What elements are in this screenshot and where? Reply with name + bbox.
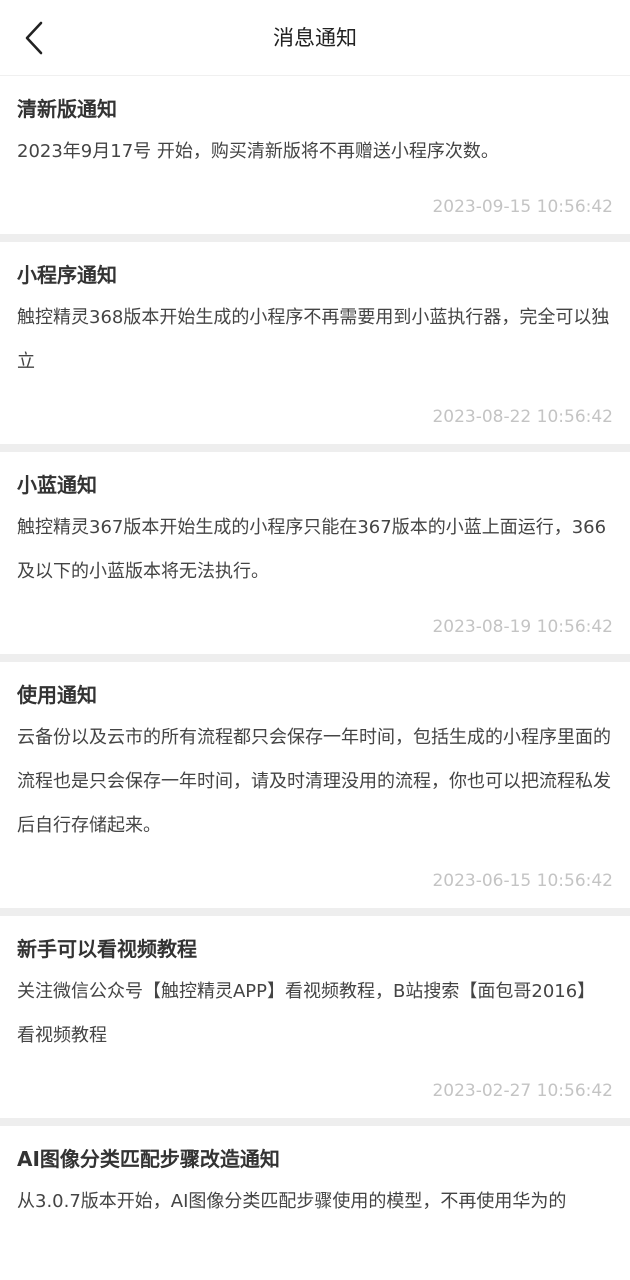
notification-item[interactable]: 新手可以看视频教程 关注微信公众号【触控精灵APP】看视频教程，B站搜索【面包哥… xyxy=(0,916,630,1126)
notification-time: 2023-06-15 10:56:42 xyxy=(432,871,613,891)
notification-title: AI图像分类匹配步骤改造通知 xyxy=(17,1147,280,1171)
notification-item[interactable]: 清新版通知 2023年9月17号 开始，购买清新版将不再赠送小程序次数。 202… xyxy=(0,76,630,242)
notification-body: 触控精灵367版本开始生成的小程序只能在367版本的小蓝上面运行，366及以下的… xyxy=(17,517,607,582)
notification-title: 使用通知 xyxy=(17,683,97,707)
notification-body: 触控精灵368版本开始生成的小程序不再需要用到小蓝执行器，完全可以独立 xyxy=(17,307,610,372)
notification-item[interactable]: 小程序通知 触控精灵368版本开始生成的小程序不再需要用到小蓝执行器，完全可以独… xyxy=(0,242,630,452)
notification-time: 2023-09-15 10:56:42 xyxy=(432,197,613,217)
notification-time: 2023-08-19 10:56:42 xyxy=(432,617,613,637)
notification-item[interactable]: AI图像分类匹配步骤改造通知 从3.0.7版本开始，AI图像分类匹配步骤使用的模… xyxy=(0,1126,630,1238)
notification-time: 2023-02-27 10:56:42 xyxy=(432,1081,613,1101)
notification-title: 小程序通知 xyxy=(17,263,117,287)
page-title: 消息通知 xyxy=(273,26,357,50)
notification-body: 关注微信公众号【触控精灵APP】看视频教程，B站搜索【面包哥2016】看视频教程 xyxy=(17,981,596,1046)
notification-title: 新手可以看视频教程 xyxy=(17,937,197,961)
notification-body: 2023年9月17号 开始，购买清新版将不再赠送小程序次数。 xyxy=(17,141,499,162)
notification-list[interactable]: 清新版通知 2023年9月17号 开始，购买清新版将不再赠送小程序次数。 202… xyxy=(0,76,630,1238)
notification-body: 云备份以及云市的所有流程都只会保存一年时间，包括生成的小程序里面的流程也是只会保… xyxy=(17,727,611,836)
top-bar: 消息通知 xyxy=(0,0,630,76)
notification-title: 小蓝通知 xyxy=(17,473,97,497)
notification-body: 从3.0.7版本开始，AI图像分类匹配步骤使用的模型，不再使用华为的 xyxy=(17,1191,567,1212)
notification-title: 清新版通知 xyxy=(17,97,117,121)
notification-item[interactable]: 使用通知 云备份以及云市的所有流程都只会保存一年时间，包括生成的小程序里面的流程… xyxy=(0,662,630,916)
notification-time: 2023-08-22 10:56:42 xyxy=(432,407,613,427)
notification-item[interactable]: 小蓝通知 触控精灵367版本开始生成的小程序只能在367版本的小蓝上面运行，36… xyxy=(0,452,630,662)
